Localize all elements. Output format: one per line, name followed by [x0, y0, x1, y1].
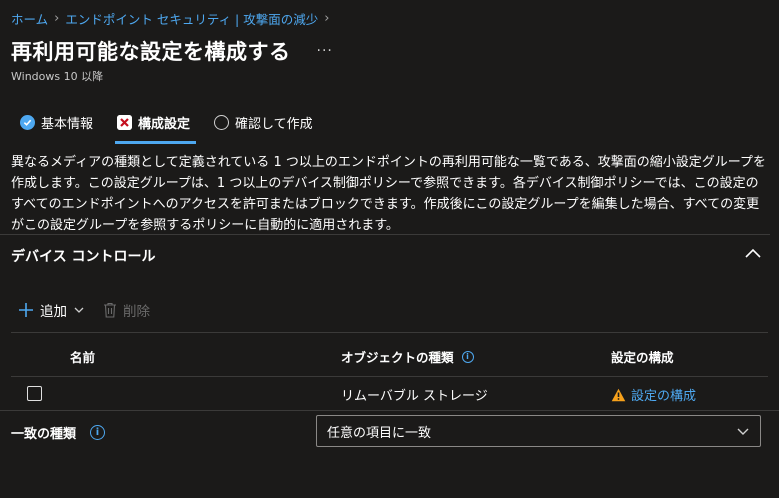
- match-type-label-group: 一致の種類 i: [11, 423, 106, 442]
- info-icon[interactable]: i: [461, 350, 474, 363]
- column-header-config: 設定の構成: [611, 350, 674, 365]
- add-label: 追加: [40, 304, 67, 320]
- step-label: 構成設定: [138, 117, 191, 132]
- delete-button[interactable]: 削除: [103, 300, 150, 320]
- breadcrumb: ホーム › エンドポイント セキュリティ | 攻撃面の減少 ›: [11, 9, 329, 28]
- title-row: 再利用可能な設定を構成する ···: [11, 36, 339, 66]
- page-title: 再利用可能な設定を構成する: [11, 40, 291, 64]
- cell-object-type: リムーバブル ストレージ: [341, 389, 488, 404]
- circle-icon: [214, 115, 230, 130]
- wizard-steps: 基本情報 構成設定 確認して作成: [20, 113, 313, 144]
- divider: [0, 234, 770, 235]
- chevron-down-icon: [737, 428, 749, 435]
- step-review[interactable]: 確認して作成: [214, 113, 313, 132]
- page: ホーム › エンドポイント セキュリティ | 攻撃面の減少 › 再利用可能な設定…: [0, 0, 779, 498]
- breadcrumb-section-link[interactable]: エンドポイント セキュリティ | 攻撃面の減少: [65, 9, 318, 28]
- match-type-value: 任意の項目に一致: [327, 425, 432, 441]
- add-button[interactable]: 追加: [18, 300, 85, 320]
- match-type-select[interactable]: 任意の項目に一致: [316, 415, 761, 447]
- match-type-label: 一致の種類: [11, 427, 77, 442]
- step-label: 確認して作成: [235, 117, 313, 132]
- warning-icon: [611, 388, 626, 401]
- description-text: 異なるメディアの種類として定義されている 1 つ以上のエンドポイントの再利用可能…: [11, 155, 766, 233]
- chevron-right-icon: ›: [324, 11, 330, 26]
- cell-config: 設定の構成: [611, 385, 696, 404]
- table-header-row: 名前 オブジェクトの種類 i 設定の構成: [11, 332, 768, 376]
- table-row: リムーバブル ストレージ 設定の構成: [11, 376, 768, 410]
- info-icon[interactable]: i: [90, 425, 106, 440]
- column-header-object-type[interactable]: オブジェクトの種類 i: [341, 347, 474, 366]
- breadcrumb-home-link[interactable]: ホーム: [11, 9, 48, 28]
- row-checkbox-cell: [27, 386, 42, 401]
- delete-label: 削除: [123, 304, 150, 320]
- chevron-up-icon: [745, 248, 761, 258]
- step-basics[interactable]: 基本情報: [20, 113, 93, 132]
- trash-icon: [104, 302, 116, 318]
- section-title: デバイス コントロール: [11, 249, 156, 265]
- more-options-button[interactable]: ···: [311, 43, 339, 59]
- page-subtitle: Windows 10 以降: [11, 70, 104, 83]
- settings-table: 名前 オブジェクトの種類 i 設定の構成 リムーバブル ストレージ 設定の構成: [11, 332, 768, 410]
- column-header-label: オブジェクトの種類: [341, 350, 454, 365]
- checkmark-icon: [20, 115, 35, 130]
- collapse-section-button[interactable]: [743, 244, 763, 264]
- step-label: 基本情報: [41, 117, 94, 132]
- chevron-down-icon: [74, 307, 84, 313]
- match-type-row: 一致の種類 i 任意の項目に一致: [0, 410, 779, 450]
- row-checkbox[interactable]: [27, 386, 42, 401]
- plus-icon: [19, 303, 33, 317]
- error-icon: [117, 115, 133, 130]
- toolbar: 追加 削除: [18, 300, 150, 320]
- step-configuration[interactable]: 構成設定: [115, 113, 197, 144]
- chevron-right-icon: ›: [54, 11, 60, 26]
- configure-settings-link[interactable]: 設定の構成: [631, 385, 696, 404]
- column-header-name[interactable]: 名前: [70, 347, 95, 366]
